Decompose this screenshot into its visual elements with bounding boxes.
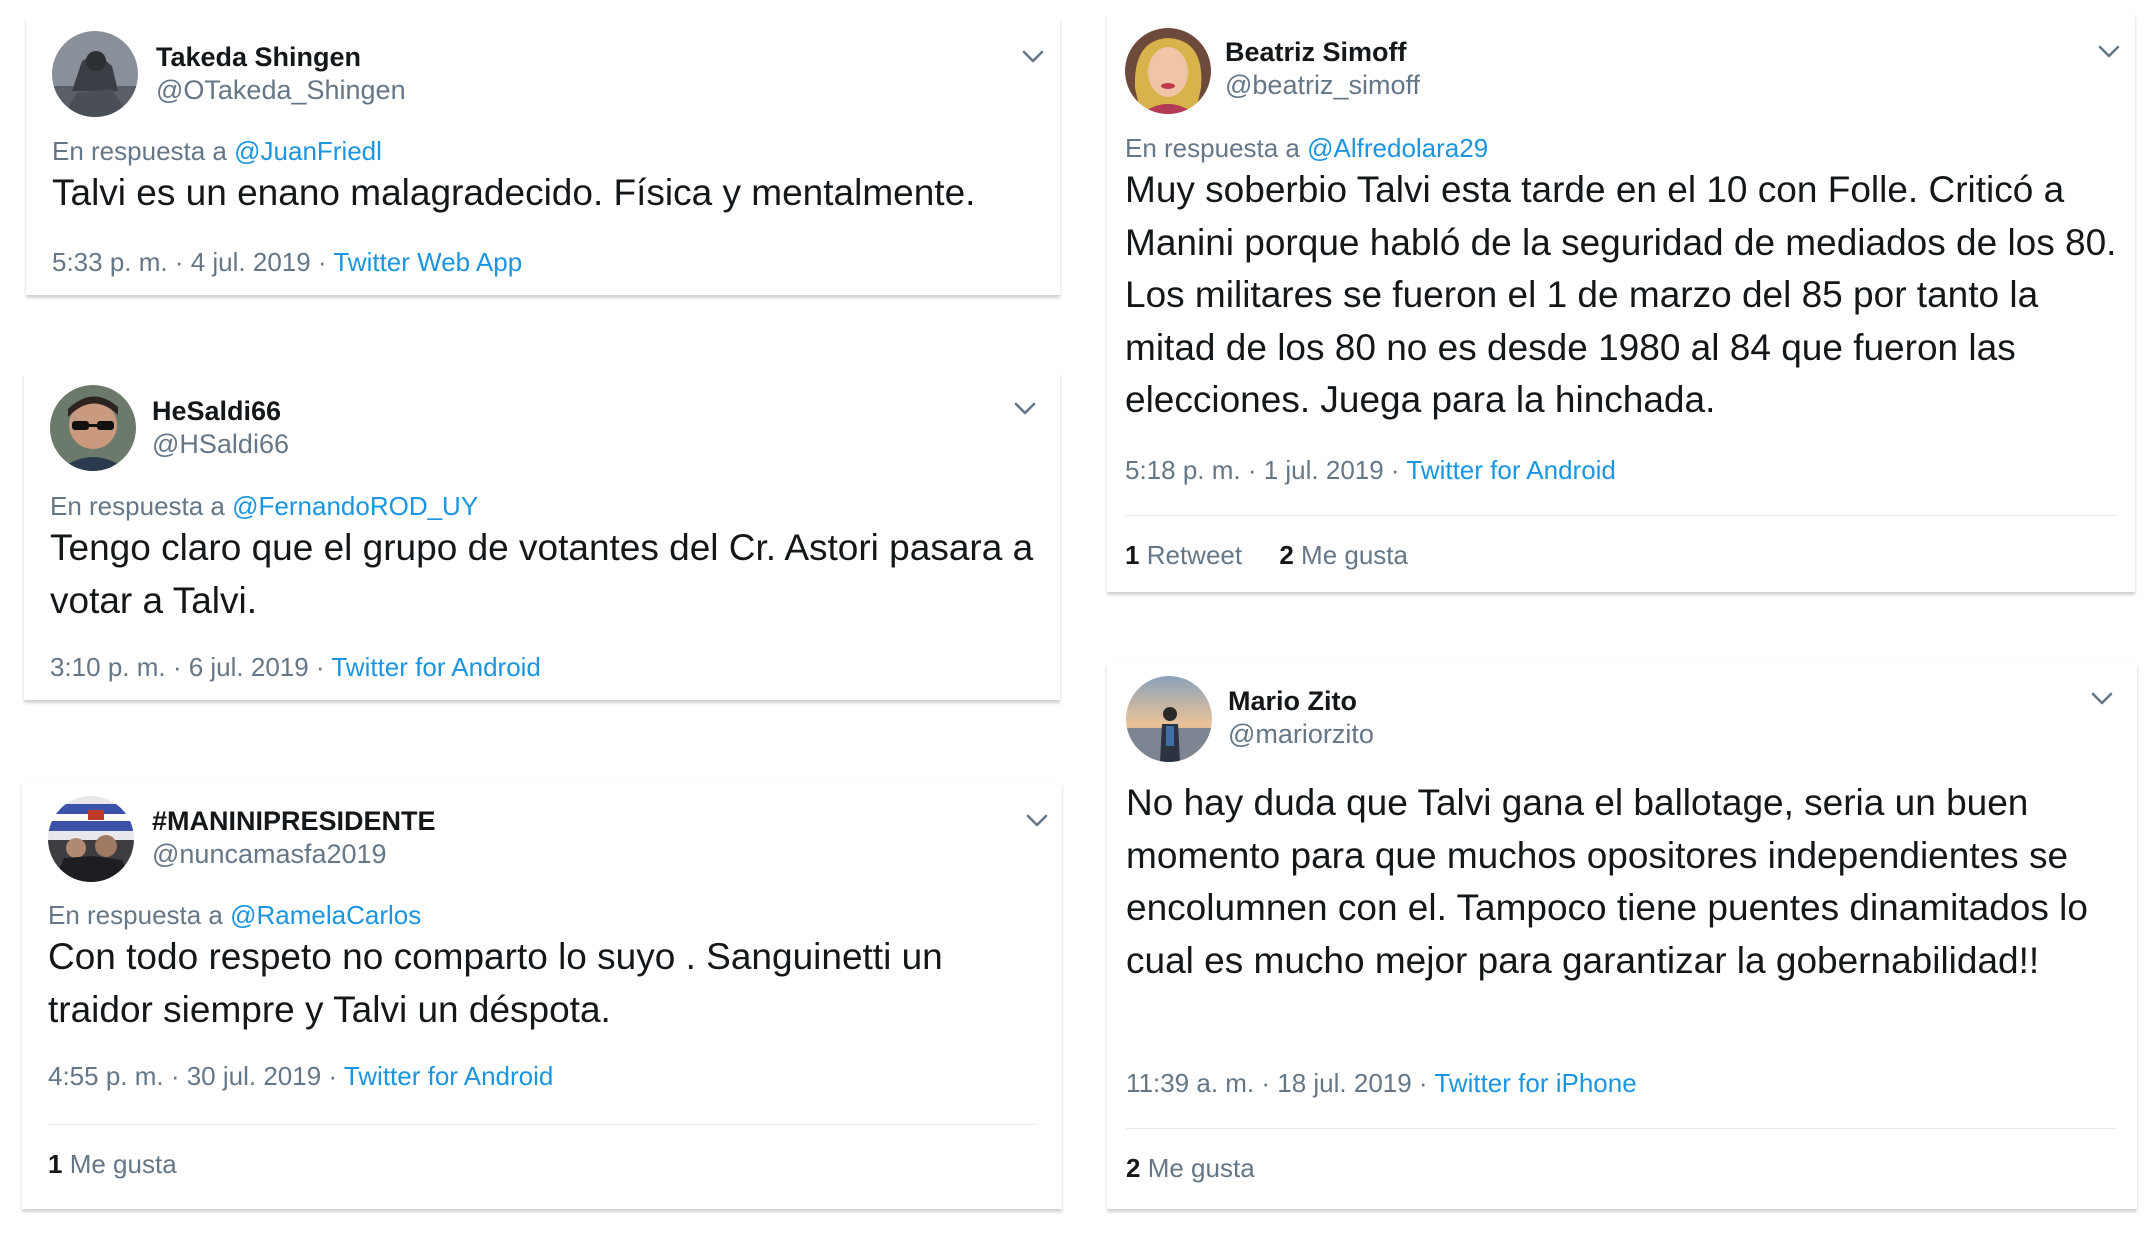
avatar-image: [1125, 28, 1211, 114]
tweet-meta: 4:55 p. m. · 30 jul. 2019 · Twitter for …: [48, 1060, 553, 1092]
tweet-timestamp[interactable]: 5:33 p. m. · 4 jul. 2019 ·: [52, 247, 327, 277]
reply-prefix: En respuesta a: [50, 491, 225, 521]
user-handle[interactable]: @beatriz_simoff: [1225, 69, 1420, 101]
display-name[interactable]: Mario Zito: [1228, 685, 1357, 717]
tweet-card-takeda-shingen: Takeda Shingen @OTakeda_Shingen En respu…: [26, 17, 1060, 295]
reply-context: En respuesta a @FernandoROD_UY: [50, 490, 478, 522]
reply-prefix: En respuesta a: [52, 136, 227, 166]
avatar[interactable]: [48, 796, 134, 882]
tweet-text: No hay duda que Talvi gana el ballotage,…: [1126, 782, 2088, 981]
reply-mention-link[interactable]: @FernandoROD_UY: [232, 491, 478, 521]
chevron-down-icon[interactable]: [1018, 45, 1048, 67]
reply-context: En respuesta a @JuanFriedl: [52, 135, 382, 167]
reply-mention-link[interactable]: @Alfredolara29: [1307, 133, 1488, 163]
tweet-meta: 11:39 a. m. · 18 jul. 2019 · Twitter for…: [1126, 1067, 1637, 1099]
avatar-image: [48, 796, 134, 882]
tweet-card-maninipresidente: #MANINIPRESIDENTE @nuncamasfa2019 En res…: [22, 783, 1062, 1209]
tweet-timestamp[interactable]: 3:10 p. m. · 6 jul. 2019 ·: [50, 652, 325, 682]
likes-stat[interactable]: 2 Me gusta: [1279, 540, 1408, 570]
likes-stat[interactable]: 1 Me gusta: [48, 1149, 177, 1179]
tweet-meta: 3:10 p. m. · 6 jul. 2019 · Twitter for A…: [50, 651, 541, 683]
tweet-timestamp[interactable]: 4:55 p. m. · 30 jul. 2019 ·: [48, 1061, 337, 1091]
retweets-label: Retweet: [1146, 540, 1243, 570]
reply-mention-link[interactable]: @RamelaCarlos: [230, 900, 421, 930]
chevron-down-icon[interactable]: [1022, 809, 1052, 831]
tweet-text: Con todo respeto no comparto lo suyo . S…: [48, 936, 943, 1030]
divider: [48, 1124, 1036, 1125]
tweet-meta: 5:33 p. m. · 4 jul. 2019 · Twitter Web A…: [52, 246, 522, 278]
chevron-down-icon[interactable]: [2094, 40, 2124, 62]
tweet-stats: 1 Retweet 2 Me gusta: [1125, 539, 1408, 571]
reply-prefix: En respuesta a: [1125, 133, 1300, 163]
tweet-source-link[interactable]: Twitter for Android: [344, 1061, 554, 1091]
likes-stat[interactable]: 2 Me gusta: [1126, 1153, 1255, 1183]
user-handle[interactable]: @nuncamasfa2019: [152, 838, 387, 870]
reply-mention-link[interactable]: @JuanFriedl: [234, 136, 382, 166]
avatar[interactable]: [1126, 676, 1212, 762]
retweets-count: 1: [1125, 540, 1140, 570]
avatar-image: [1126, 676, 1212, 762]
avatar[interactable]: [50, 385, 136, 471]
user-handle[interactable]: @OTakeda_Shingen: [156, 74, 406, 106]
tweet-stats: 1 Me gusta: [48, 1148, 177, 1180]
avatar[interactable]: [52, 31, 138, 117]
display-name[interactable]: Beatriz Simoff: [1225, 36, 1407, 68]
tweet-source-link[interactable]: Twitter for iPhone: [1434, 1068, 1636, 1098]
reply-context: En respuesta a @RamelaCarlos: [48, 899, 421, 931]
avatar-image: [50, 385, 136, 471]
likes-label: Me gusta: [69, 1149, 177, 1179]
avatar-image: [52, 31, 138, 117]
display-name[interactable]: HeSaldi66: [152, 395, 281, 427]
likes-count: 1: [48, 1149, 63, 1179]
tweet-timestamp[interactable]: 11:39 a. m. · 18 jul. 2019 ·: [1126, 1068, 1428, 1098]
tweet-source-link[interactable]: Twitter for Android: [1406, 455, 1616, 485]
user-handle[interactable]: @mariorzito: [1228, 718, 1374, 750]
tweet-timestamp[interactable]: 5:18 p. m. · 1 jul. 2019 ·: [1125, 455, 1400, 485]
divider: [1126, 1128, 2118, 1129]
chevron-down-icon[interactable]: [2087, 687, 2117, 709]
likes-count: 2: [1126, 1153, 1141, 1183]
tweet-text: Muy soberbio Talvi esta tarde en el 10 c…: [1125, 169, 2117, 420]
tweet-text: Tengo claro que el grupo de votantes del…: [50, 527, 1034, 621]
tweet-stats: 2 Me gusta: [1126, 1152, 1255, 1184]
tweet-text: Talvi es un enano malagradecido. Física …: [52, 172, 976, 213]
retweets-stat[interactable]: 1 Retweet: [1125, 540, 1242, 570]
tweet-source-link[interactable]: Twitter Web App: [333, 247, 522, 277]
reply-context: En respuesta a @Alfredolara29: [1125, 132, 1488, 164]
user-handle[interactable]: @HSaldi66: [152, 428, 289, 460]
tweet-source-link[interactable]: Twitter for Android: [331, 652, 541, 682]
likes-label: Me gusta: [1301, 540, 1408, 570]
reply-prefix: En respuesta a: [48, 900, 223, 930]
divider: [1125, 515, 2117, 516]
tweet-card-beatriz-simoff: Beatriz Simoff @beatriz_simoff En respue…: [1107, 14, 2135, 592]
likes-count: 2: [1279, 540, 1294, 570]
avatar[interactable]: [1125, 28, 1211, 114]
likes-label: Me gusta: [1147, 1153, 1255, 1183]
display-name[interactable]: Takeda Shingen: [156, 41, 361, 73]
tweet-meta: 5:18 p. m. · 1 jul. 2019 · Twitter for A…: [1125, 454, 1616, 486]
tweet-card-mario-zito: Mario Zito @mariorzito No hay duda que T…: [1107, 663, 2137, 1209]
display-name[interactable]: #MANINIPRESIDENTE: [152, 805, 436, 837]
tweet-card-hesaldi66: HeSaldi66 @HSaldi66 En respuesta a @Fern…: [24, 373, 1060, 700]
chevron-down-icon[interactable]: [1010, 397, 1040, 419]
